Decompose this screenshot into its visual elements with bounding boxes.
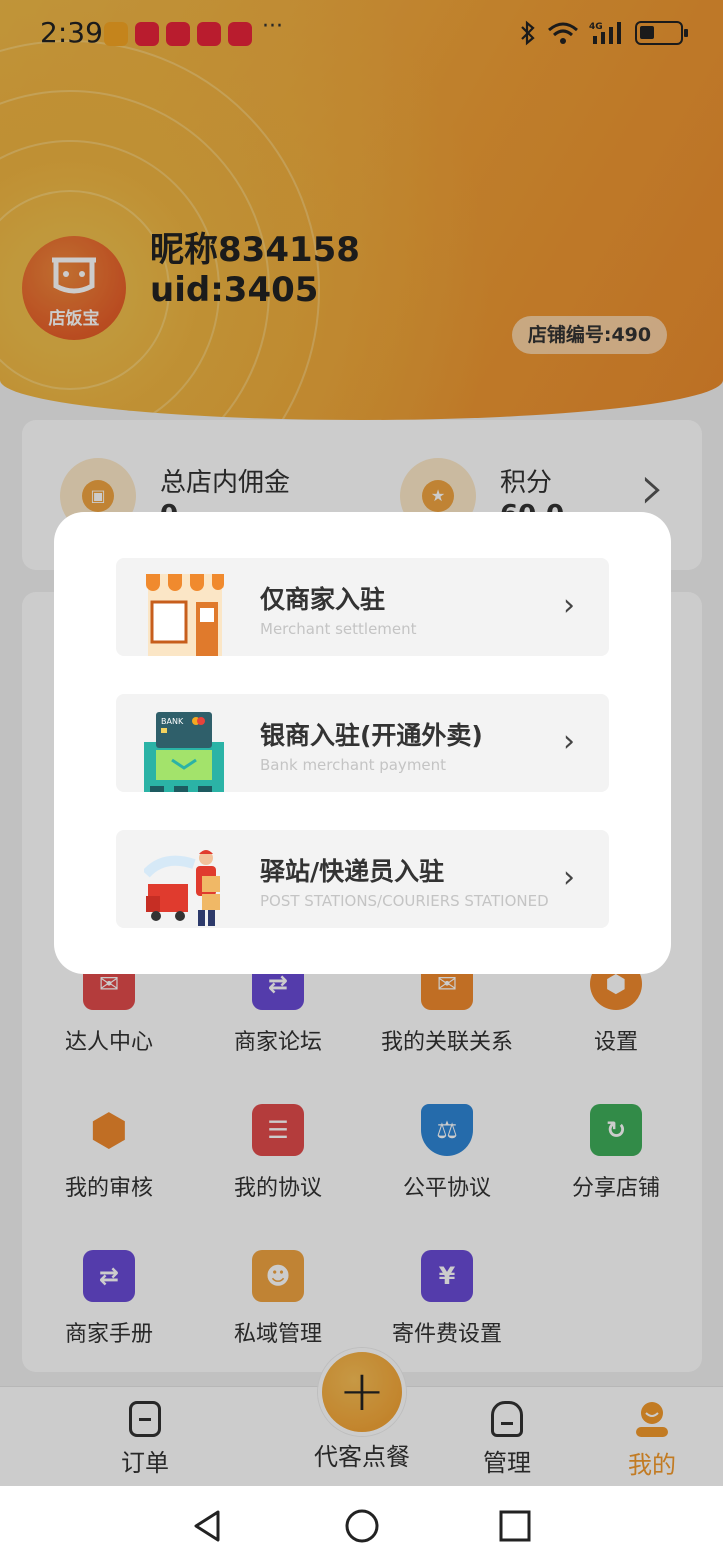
storefront-icon — [146, 574, 224, 656]
svg-text:BANK: BANK — [161, 717, 184, 726]
option-subtitle: POST STATIONS/COURIERS STATIONED — [260, 892, 549, 910]
home-circle-icon[interactable] — [342, 1506, 382, 1546]
option-subtitle: Merchant settlement — [260, 620, 417, 638]
settlement-type-dialog: 仅商家入驻 Merchant settlement › BANK 银商入驻(开通… — [54, 512, 671, 974]
option-courier-station[interactable]: 驿站/快递员入驻 POST STATIONS/COURIERS STATIONE… — [116, 830, 609, 928]
system-nav-bar — [0, 1486, 723, 1566]
chevron-right-icon: › — [563, 860, 575, 895]
option-subtitle: Bank merchant payment — [260, 756, 447, 774]
option-title: 驿站/快递员入驻 — [260, 857, 445, 886]
recent-apps-icon[interactable] — [495, 1506, 535, 1546]
chevron-right-icon: › — [563, 724, 575, 759]
back-icon[interactable] — [188, 1506, 228, 1546]
option-merchant-settlement[interactable]: 仅商家入驻 Merchant settlement › — [116, 558, 609, 656]
courier-truck-icon — [144, 850, 220, 926]
chevron-right-icon: › — [563, 588, 575, 623]
option-title: 仅商家入驻 — [260, 585, 386, 614]
bank-card-icon: BANK — [144, 712, 224, 792]
option-bank-merchant[interactable]: BANK 银商入驻(开通外卖) Bank merchant payment › — [116, 694, 609, 792]
option-title: 银商入驻(开通外卖) — [260, 721, 483, 750]
